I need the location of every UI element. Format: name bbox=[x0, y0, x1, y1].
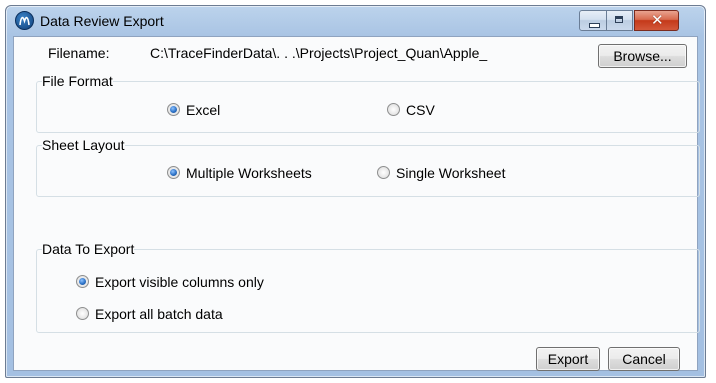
file-format-group bbox=[36, 81, 700, 133]
radio-selected-icon bbox=[167, 103, 180, 116]
dialog-body: Filename: C:\TraceFinderData\. . .\Proje… bbox=[13, 36, 700, 371]
browse-button[interactable]: Browse... bbox=[598, 44, 687, 68]
radio-unselected-icon bbox=[76, 307, 89, 320]
radio-unselected-icon bbox=[377, 166, 390, 179]
data-to-export-title: Data To Export bbox=[42, 241, 135, 257]
filename-label: Filename: bbox=[48, 45, 110, 61]
radio-multiple-worksheets-label: Multiple Worksheets bbox=[186, 165, 312, 181]
maximize-icon bbox=[615, 16, 623, 23]
radio-export-visible-columns-label: Export visible columns only bbox=[95, 274, 264, 290]
sheet-layout-title: Sheet Layout bbox=[42, 137, 125, 153]
radio-selected-icon bbox=[167, 166, 180, 179]
export-button[interactable]: Export bbox=[536, 347, 600, 371]
dialog-window: Data Review Export ✕ Filename: C:\TraceF… bbox=[5, 5, 706, 378]
app-logo-icon bbox=[15, 11, 34, 30]
radio-selected-icon bbox=[76, 275, 89, 288]
maximize-button[interactable] bbox=[606, 10, 633, 31]
filename-path: C:\TraceFinderData\. . .\Projects\Projec… bbox=[150, 45, 488, 61]
sheet-layout-group bbox=[36, 145, 700, 197]
close-button[interactable]: ✕ bbox=[634, 10, 679, 31]
radio-export-all-batch-label: Export all batch data bbox=[95, 306, 223, 322]
title-bar[interactable]: Data Review Export ✕ bbox=[6, 6, 705, 36]
radio-single-worksheet-label: Single Worksheet bbox=[396, 165, 506, 181]
minimize-icon bbox=[589, 23, 600, 28]
close-icon: ✕ bbox=[651, 12, 664, 29]
radio-excel-label: Excel bbox=[186, 102, 221, 118]
file-format-title: File Format bbox=[42, 73, 113, 89]
minimize-button[interactable] bbox=[579, 10, 607, 31]
window-title: Data Review Export bbox=[40, 13, 164, 29]
radio-unselected-icon bbox=[387, 103, 400, 116]
cancel-button[interactable]: Cancel bbox=[608, 347, 680, 371]
radio-csv-label: CSV bbox=[406, 102, 435, 118]
